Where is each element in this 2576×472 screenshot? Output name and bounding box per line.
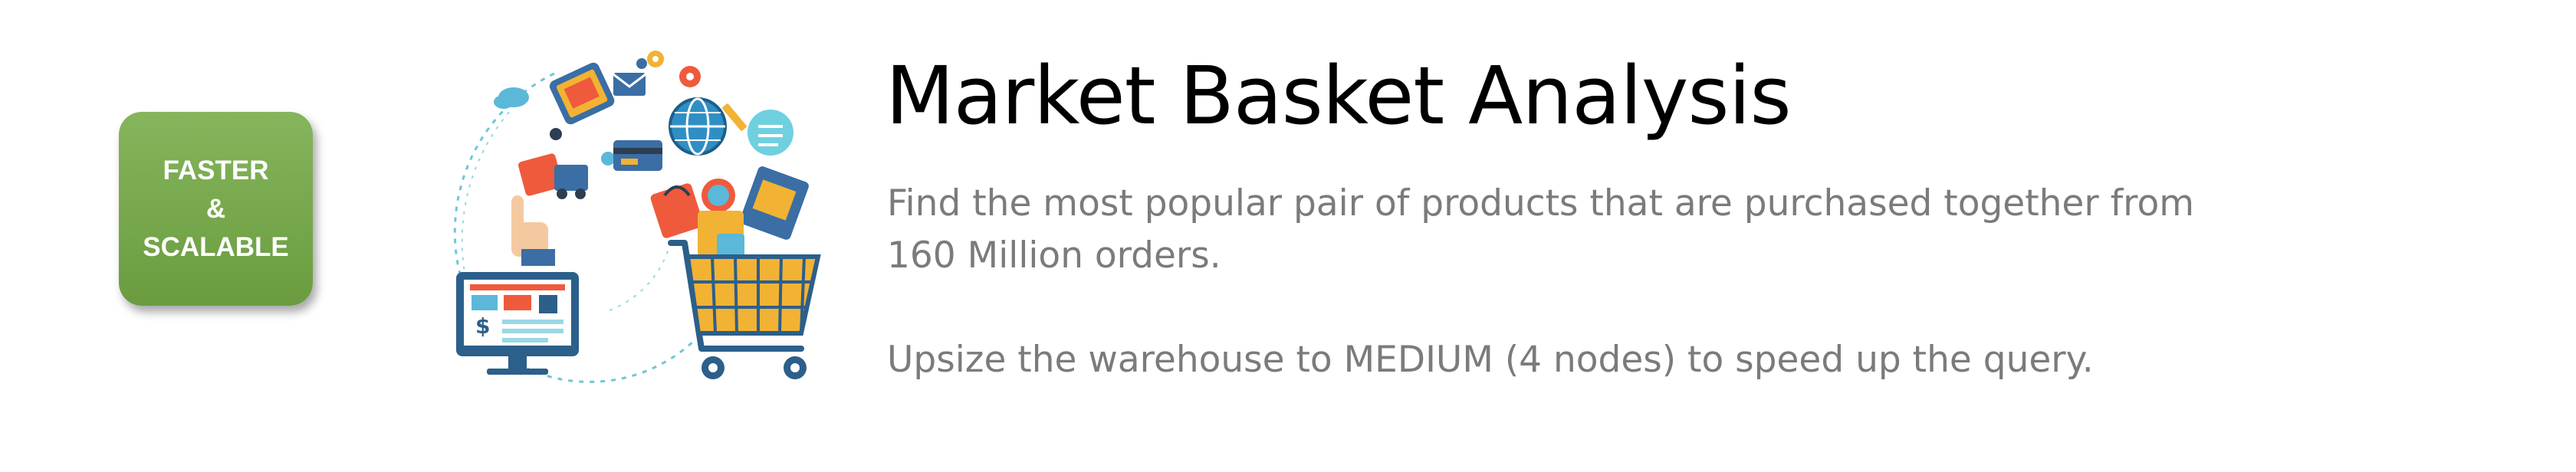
price-symbol: $ [475,313,490,339]
shopping-ecommerce-icon: $ [441,42,840,395]
badge-line-3: SCALABLE [143,231,289,262]
faster-scalable-badge: FASTER & SCALABLE [119,112,313,306]
badge-line-2: & [205,193,226,224]
slide: FASTER & SCALABLE $ Market Basket Analys… [0,0,2576,472]
warehouse-note-text: Upsize the warehouse to MEDIUM (4 nodes)… [887,339,2094,381]
page-title: Market Basket Analysis [886,49,1792,143]
badge-line-1: FASTER [163,155,269,185]
description-text: Find the most popular pair of products t… [887,182,2194,277]
